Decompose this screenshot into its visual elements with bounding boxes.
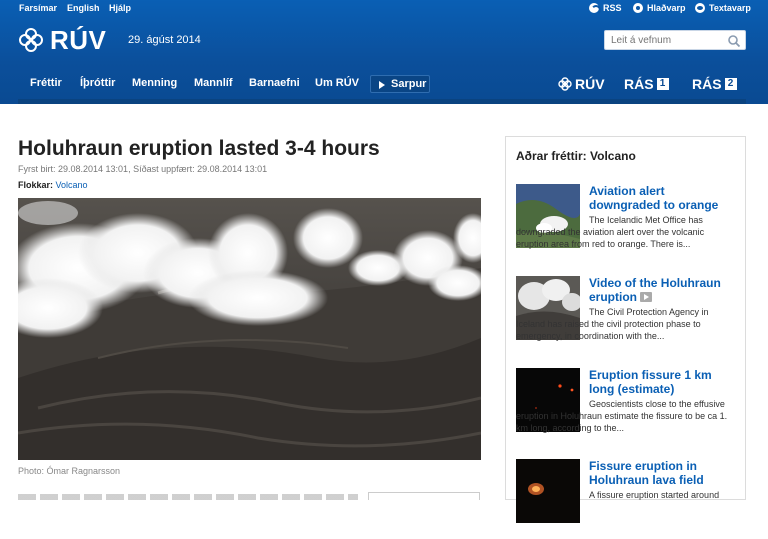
nav-mannlif[interactable]: Mannlíf [194, 77, 233, 89]
sarpur-button[interactable]: Sarpur [370, 75, 430, 93]
brand-ruv-label: RÚV [575, 76, 605, 92]
search-icon[interactable] [727, 34, 741, 48]
teletext-icon [695, 3, 705, 13]
category-link[interactable]: Volcano [56, 180, 88, 190]
link-mobile[interactable]: Farsímar [19, 3, 57, 13]
top-bar: Farsímar English Hjálp RSS Hlaðvarp Text… [0, 0, 768, 18]
podcast-icon [633, 3, 643, 13]
search-input[interactable] [611, 34, 721, 47]
brand-ras1-number: 1 [656, 78, 669, 90]
sidebar-item-1[interactable]: Aviation alert downgraded to orange The … [516, 184, 738, 264]
ruv-emblem-icon [19, 28, 43, 52]
rss-icon [589, 3, 601, 15]
link-teletext[interactable]: Textavarp [695, 3, 751, 13]
photo-caption: Photo: Ómar Ragnarsson [18, 466, 121, 476]
categories-label: Flokkar: [18, 180, 54, 190]
sidebar-item-title[interactable]: Fissure eruption in Holuhraun lava field [589, 459, 739, 487]
ruv-small-emblem-icon [558, 77, 572, 91]
sidebar-item-text: The Civil Protection Agency in Iceland h… [516, 307, 709, 341]
podcast-label: Hlaðvarp [647, 3, 686, 13]
nav-frettir[interactable]: Fréttir [30, 77, 62, 89]
search-box [604, 30, 746, 50]
sidebar-item-text: The Icelandic Met Office has downgraded … [516, 215, 705, 249]
article-categories: Flokkar: Volcano [18, 180, 88, 190]
article-meta: Fyrst birt: 29.08.2014 13:01, Síðast upp… [18, 164, 268, 174]
nav-ithrottir[interactable]: Íþróttir [80, 77, 115, 89]
eruption-photo [18, 198, 481, 460]
link-english[interactable]: English [67, 3, 100, 13]
article-body-preview [18, 494, 358, 500]
ruv-logo[interactable]: RÚV [18, 24, 107, 55]
play-icon [379, 81, 385, 89]
link-rss[interactable]: RSS [589, 3, 622, 15]
brand-ras2-number: 2 [724, 78, 737, 90]
teletext-label: Textavarp [709, 3, 751, 13]
brand-ruv[interactable]: RÚV [558, 76, 605, 92]
sidebar-item-title[interactable]: Video of the Holuhraun eruption [589, 276, 739, 304]
nav-menning[interactable]: Menning [132, 77, 177, 89]
video-icon [640, 292, 653, 302]
link-podcast[interactable]: Hlaðvarp [633, 3, 686, 13]
nav-barnaefni[interactable]: Barnaefni [249, 77, 300, 89]
site-header: Farsímar English Hjálp RSS Hlaðvarp Text… [0, 0, 768, 104]
article-photo [18, 198, 481, 460]
rss-label: RSS [603, 3, 622, 13]
sidebar-item-3[interactable]: Eruption fissure 1 km long (estimate) Ge… [516, 368, 738, 448]
sidebar-heading: Aðrar fréttir: Volcano [516, 149, 636, 163]
link-help[interactable]: Hjálp [109, 3, 131, 13]
sarpur-label: Sarpur [391, 78, 427, 90]
article-side-box [368, 492, 480, 500]
sidebar-item-title[interactable]: Aviation alert downgraded to orange [589, 184, 739, 212]
sidebar-item-4[interactable]: Fissure eruption in Holuhraun lava field… [516, 459, 738, 539]
brand-ras2-label: RÁS [692, 76, 722, 92]
nav-um-ruv[interactable]: Um RÚV [315, 77, 359, 89]
sidebar-item-title[interactable]: Eruption fissure 1 km long (estimate) [589, 368, 739, 396]
brand-ras1[interactable]: RÁS 1 [624, 76, 669, 92]
current-date: 29. ágúst 2014 [128, 34, 201, 46]
sidebar-item-text: A fissure eruption started around [589, 490, 720, 500]
related-news-sidebar: Aðrar fréttir: Volcano Aviation alert do… [505, 136, 746, 523]
brand-ras1-label: RÁS [624, 76, 654, 92]
sidebar-item-text: Geoscientists close to the effusive erup… [516, 399, 728, 433]
sidebar-item-2[interactable]: Video of the Holuhraun eruption The Civi… [516, 276, 738, 356]
sidebar-item-title-text: Video of the Holuhraun eruption [589, 276, 721, 304]
logo-text: RÚV [50, 24, 107, 55]
brand-ras2[interactable]: RÁS 2 [692, 76, 737, 92]
article-title: Holuhraun eruption lasted 3-4 hours [18, 137, 380, 160]
